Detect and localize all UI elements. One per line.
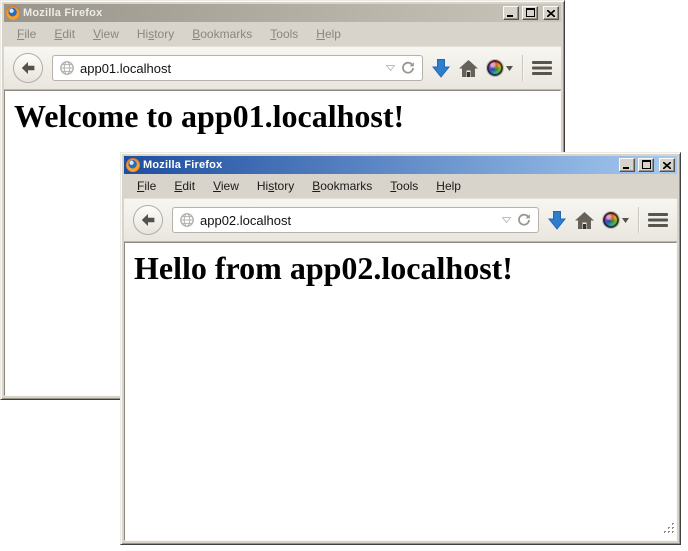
menu-label-mnemonic: H: [316, 27, 325, 41]
download-icon: [548, 211, 566, 230]
home-button[interactable]: [575, 212, 594, 229]
menu-label-pre: Hi: [257, 179, 268, 193]
menu-label-post: tory: [274, 179, 294, 193]
menu-tools[interactable]: Tools: [263, 24, 305, 44]
hamburger-menu-icon: [532, 60, 552, 76]
download-icon: [432, 59, 450, 78]
minimize-button[interactable]: [503, 6, 519, 20]
menu-label-post: tory: [154, 27, 174, 41]
menu-label-post: ools: [276, 27, 298, 41]
page-heading: Welcome to app01.localhost!: [14, 99, 552, 134]
menu-label-post: iew: [101, 27, 119, 41]
menu-help[interactable]: Help: [429, 176, 468, 196]
url-text[interactable]: app02.localhost: [200, 213, 496, 228]
menu-label-post: ools: [396, 179, 418, 193]
download-button[interactable]: [548, 211, 566, 230]
close-icon: [547, 10, 555, 17]
menu-file[interactable]: File: [10, 24, 43, 44]
maximize-button[interactable]: [638, 158, 654, 172]
resize-grip[interactable]: [663, 521, 675, 539]
maximize-icon: [642, 160, 651, 169]
menu-label-post: ookmarks: [320, 179, 372, 193]
minimize-icon: [623, 162, 631, 169]
menu-history[interactable]: History: [130, 24, 181, 44]
download-button[interactable]: [432, 59, 450, 78]
app-menu-button[interactable]: [532, 60, 552, 76]
close-button[interactable]: [543, 6, 559, 20]
menu-label-post: elp: [445, 179, 461, 193]
app-menu-button[interactable]: [648, 212, 668, 228]
menu-label-mnemonic: V: [213, 179, 221, 193]
menu-bookmarks[interactable]: Bookmarks: [185, 24, 259, 44]
menu-label-post: dit: [182, 179, 195, 193]
urlbar-dropdown-icon[interactable]: [386, 65, 395, 71]
menu-label-pre: Hi: [137, 27, 148, 41]
navigation-toolbar: app02.localhost: [124, 198, 677, 242]
home-button[interactable]: [459, 60, 478, 77]
menu-edit[interactable]: Edit: [47, 24, 82, 44]
home-icon: [459, 60, 478, 77]
menu-tools[interactable]: Tools: [383, 176, 425, 196]
addon-button[interactable]: [603, 212, 629, 228]
addon-icon: [603, 212, 619, 228]
resize-grip-icon: [663, 522, 675, 534]
firefox-icon: [6, 6, 20, 20]
url-text[interactable]: app01.localhost: [80, 61, 380, 76]
menu-label-post: elp: [325, 27, 341, 41]
maximize-button[interactable]: [522, 6, 538, 20]
menu-label-mnemonic: V: [93, 27, 101, 41]
close-icon: [663, 162, 671, 169]
back-button[interactable]: [13, 53, 43, 83]
reload-icon[interactable]: [517, 213, 531, 227]
reload-icon[interactable]: [401, 61, 415, 75]
menu-label-post: ile: [24, 27, 36, 41]
toolbar-separator: [638, 207, 639, 233]
globe-icon[interactable]: [60, 61, 74, 75]
close-button[interactable]: [659, 158, 675, 172]
chevron-down-icon: [506, 66, 513, 71]
menubar: File Edit View History Bookmarks Tools H…: [124, 174, 677, 198]
menu-history[interactable]: History: [250, 176, 301, 196]
menu-label-post: ile: [144, 179, 156, 193]
page-content: Hello from app02.localhost!: [124, 242, 677, 541]
window-title: Mozilla Firefox: [23, 7, 500, 19]
menu-label-post: iew: [221, 179, 239, 193]
browser-window-app02: Mozilla Firefox File Edit View History B…: [120, 152, 681, 545]
urlbar-dropdown-icon[interactable]: [502, 217, 511, 223]
back-arrow-icon: [21, 62, 35, 74]
window-title: Mozilla Firefox: [143, 159, 616, 171]
toolbar-separator: [522, 55, 523, 81]
menu-help[interactable]: Help: [309, 24, 348, 44]
urlbar[interactable]: app01.localhost: [52, 55, 423, 81]
menu-view[interactable]: View: [206, 176, 246, 196]
navigation-toolbar: app01.localhost: [4, 46, 561, 90]
globe-icon[interactable]: [180, 213, 194, 227]
menu-label-post: dit: [62, 27, 75, 41]
minimize-button[interactable]: [619, 158, 635, 172]
menu-file[interactable]: File: [130, 176, 163, 196]
back-arrow-icon: [141, 214, 155, 226]
chevron-down-icon: [622, 218, 629, 223]
home-icon: [575, 212, 594, 229]
hamburger-menu-icon: [648, 212, 668, 228]
menu-edit[interactable]: Edit: [167, 176, 202, 196]
titlebar[interactable]: Mozilla Firefox: [124, 156, 677, 174]
addon-icon: [487, 60, 503, 76]
titlebar[interactable]: Mozilla Firefox: [4, 4, 561, 22]
menu-view[interactable]: View: [86, 24, 126, 44]
page-heading: Hello from app02.localhost!: [134, 251, 668, 286]
menu-label-mnemonic: H: [436, 179, 445, 193]
addon-button[interactable]: [487, 60, 513, 76]
maximize-icon: [526, 8, 535, 17]
menu-bookmarks[interactable]: Bookmarks: [305, 176, 379, 196]
menubar: File Edit View History Bookmarks Tools H…: [4, 22, 561, 46]
back-button[interactable]: [133, 205, 163, 235]
minimize-icon: [507, 10, 515, 17]
menu-label-post: ookmarks: [200, 27, 252, 41]
urlbar[interactable]: app02.localhost: [172, 207, 539, 233]
firefox-icon: [126, 158, 140, 172]
